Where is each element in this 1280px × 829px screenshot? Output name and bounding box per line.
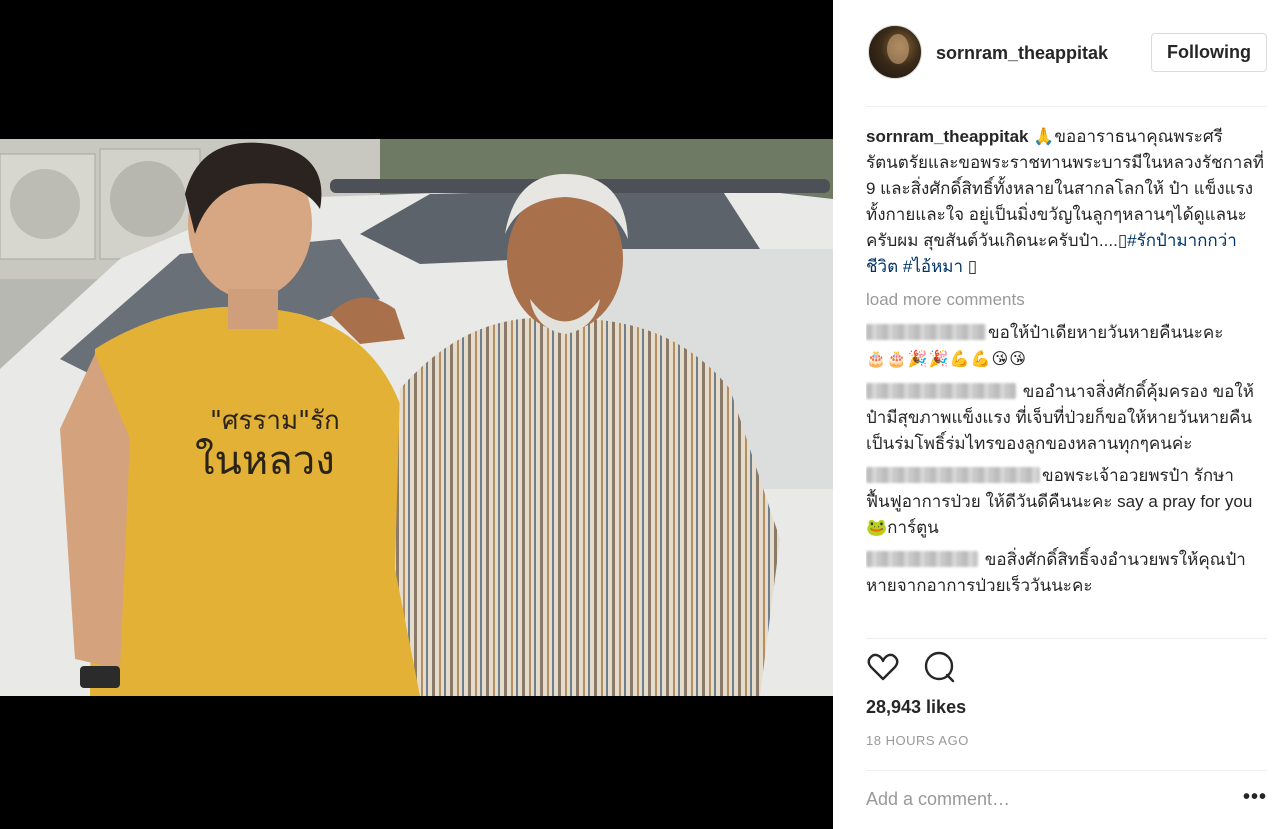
comment-username-redacted[interactable] bbox=[866, 551, 978, 567]
heart-icon[interactable] bbox=[866, 650, 900, 684]
post-media: "ศรราม"รัก ในหลวง bbox=[0, 0, 833, 829]
caption: sornram_theappitak 🙏ขออาราธนาคุณพระศรีรั… bbox=[866, 124, 1268, 280]
comments-divider bbox=[866, 638, 1267, 639]
photo-illustration: "ศรราม"รัก ในหลวง bbox=[0, 139, 833, 696]
hashtag-link[interactable]: #ไอ้หมา bbox=[903, 257, 963, 276]
avatar[interactable] bbox=[868, 25, 922, 79]
post-header: sornram_theappitak Following bbox=[833, 0, 1280, 106]
load-more-comments-link[interactable]: load more comments bbox=[866, 286, 1268, 314]
caption-tail: ▯ bbox=[1117, 231, 1128, 250]
comment-emoji-line: 🎂🎂🎉🎉💪💪😘😘 bbox=[866, 351, 1027, 368]
comment-item: ขอพระเจ้าอวยพรป๋า รักษา ฟื้นฟูอาการป่วย … bbox=[866, 463, 1268, 541]
comment-icon[interactable] bbox=[922, 650, 956, 684]
comment-username-redacted[interactable] bbox=[866, 324, 986, 340]
comment-username-redacted[interactable] bbox=[866, 383, 1016, 399]
post-photo[interactable]: "ศรราม"รัก ในหลวง bbox=[0, 139, 833, 696]
post-side-panel: sornram_theappitak Following sornram_the… bbox=[833, 0, 1280, 829]
footer-divider bbox=[866, 770, 1267, 771]
following-button[interactable]: Following bbox=[1151, 33, 1267, 72]
comments-list[interactable]: sornram_theappitak 🙏ขออาราธนาคุณพระศรีรั… bbox=[866, 124, 1268, 636]
caption-username[interactable]: sornram_theappitak bbox=[866, 127, 1029, 146]
comment-item: ขอให้ป๋าเดียหายวันหายคืนนะคะ 🎂🎂🎉🎉💪💪😘😘 bbox=[866, 320, 1268, 373]
post-timestamp[interactable]: 18 HOURS AGO bbox=[866, 733, 969, 748]
comment-username-redacted[interactable] bbox=[866, 467, 1040, 483]
add-comment-input[interactable] bbox=[866, 785, 1226, 813]
comment-item: ขออำนาจสิ่งศักดิ์คุ้มครอง ขอให้ป๋ามีสุขภ… bbox=[866, 379, 1268, 457]
likes-count[interactable]: 28,943 likes bbox=[866, 697, 966, 718]
caption-emoji: 🙏 bbox=[1033, 127, 1055, 146]
caption-tail: ▯ bbox=[967, 257, 978, 276]
post-actions bbox=[866, 650, 986, 684]
comment-text: ขอให้ป๋าเดียหายวันหายคืนนะคะ bbox=[988, 323, 1224, 342]
shirt-text-line2: ในหลวง bbox=[195, 437, 335, 484]
shirt-text-line1: "ศรราม"รัก bbox=[210, 406, 340, 436]
header-divider bbox=[866, 106, 1267, 107]
comment-item: ขอสิ่งศักดิ์สิทธิ์จงอำนวยพรให้คุณป๋าหายจ… bbox=[866, 547, 1268, 599]
header-username[interactable]: sornram_theappitak bbox=[936, 43, 1108, 64]
more-options-icon[interactable]: ••• bbox=[1243, 787, 1267, 807]
